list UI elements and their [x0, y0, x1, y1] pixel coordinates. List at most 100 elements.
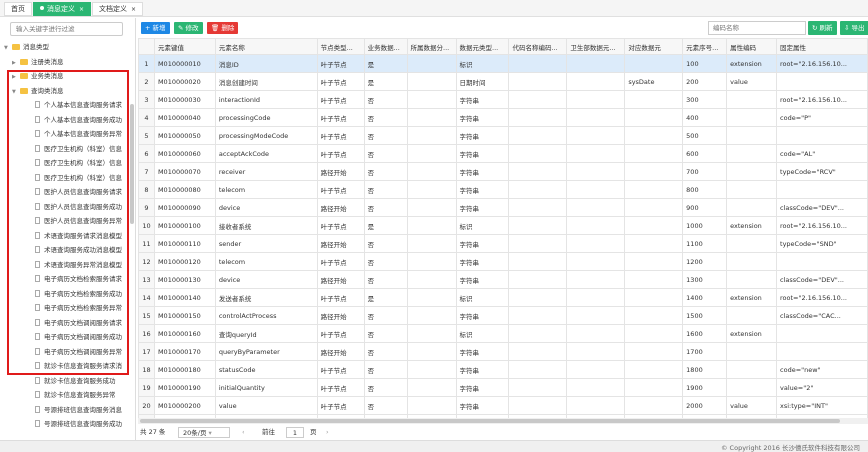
table-row[interactable]: 11 M010000110 sender 路径开始否 字符串 1100 typeCode="… [138, 234, 868, 253]
refresh-button[interactable]: ↻ 刷新 [808, 21, 837, 35]
tree-item[interactable]: 个人基本信息查询服务异常 [28, 127, 122, 141]
tree-item[interactable]: 术语查询服务异常消息模型 [28, 258, 122, 272]
column-header[interactable]: 卫生部数据元... [566, 38, 626, 55]
tree-item[interactable]: 医疗卫生机构（科室）信息 [28, 142, 122, 156]
next-page-icon[interactable]: › [326, 425, 329, 439]
column-header[interactable]: 代码名称编码... [508, 38, 568, 55]
table-row[interactable]: 5 M010000050 processingModeCode 叶子节点否 字符串 500 [138, 126, 868, 145]
horizontal-scroll-thumb[interactable] [140, 419, 840, 423]
table-cell: extension [726, 288, 778, 307]
tree-item[interactable]: 术语查询服务成功消息模型 [28, 243, 122, 257]
column-header[interactable]: 数据元类型... [455, 38, 510, 55]
tree-scrollbar[interactable] [130, 104, 134, 224]
close-icon[interactable]: × [131, 6, 136, 13]
table-cell: value="2" [776, 378, 868, 397]
caret-right-icon[interactable]: ▶ [12, 56, 18, 69]
column-header[interactable]: 业务数据... [363, 38, 408, 55]
table-cell [624, 54, 684, 73]
caret-down-icon[interactable]: ▼ [4, 41, 10, 54]
table-row[interactable]: 7 M010000070 receiver 路径开始否 字符串 700 typeCode="… [138, 162, 868, 181]
tree-item[interactable]: 医护人员信息查询服务成功 [28, 200, 122, 214]
tree-label: 电子病历文档调阅服务成功 [44, 333, 122, 341]
tree-item[interactable]: 就诊卡信息查询服务异常 [28, 388, 116, 402]
tree-item[interactable]: 电子病历文档检索服务异常 [28, 301, 122, 315]
table-cell: 800 [682, 180, 728, 199]
caret-down-icon[interactable]: ▼ [12, 85, 18, 98]
table-row[interactable]: 1 M010000010 消息ID 叶子节点是 标识 100 extension root="… [138, 54, 868, 73]
column-header[interactable] [138, 38, 155, 55]
tree-folder[interactable]: ▼ 查询类消息 [12, 84, 64, 98]
column-header[interactable]: 节点类型... [316, 38, 365, 55]
tree-item[interactable]: 电子病历文档检索服务成功 [28, 287, 122, 301]
export-button[interactable]: ⇩ 导出 [840, 21, 868, 35]
table-row[interactable]: 10 M010000100 接收者系统 叶子节点是 标识 1000 extension roo… [138, 216, 868, 235]
tree-item[interactable]: 医护人员信息查询服务异常 [28, 214, 122, 228]
table-cell: 路径开始 [316, 234, 365, 253]
tree-item[interactable]: 就诊卡信息查询服务请求消 [28, 359, 122, 373]
table-row[interactable]: 20 M010000200 value 叶子节点否字符串 2000 value xsi:ty… [138, 396, 868, 415]
caret-right-icon[interactable]: ▶ [12, 70, 18, 83]
table-cell: sysDate [624, 72, 684, 91]
table-row[interactable]: 17 M010000170 queryByParameter 路径开始否 字符串 1700 [138, 342, 868, 361]
table-cell [406, 378, 457, 397]
tree-item[interactable]: 就诊卡信息查询服务成功 [28, 374, 116, 388]
table-row[interactable]: 19 M010000190 initialQuantity 叶子节点否 字符串 1900 v… [138, 378, 868, 397]
prev-page-icon[interactable]: ‹ [242, 425, 245, 439]
table-row[interactable]: 4 M010000040 processingCode 叶子节点否 字符串 400 code… [138, 108, 868, 127]
table-row[interactable]: 6 M010000060 acceptAckCode 叶子节点否 字符串 600 code=… [138, 144, 868, 163]
tree-folder[interactable]: ▶ 注册类消息 [12, 55, 64, 69]
table-row[interactable]: 3 M010000030 interactionId 叶子节点否 字符串 300 root=… [138, 90, 868, 109]
table-row[interactable]: 14 M010000140 发送者系统 叶子节点是 标识 1400 extension roo… [138, 288, 868, 307]
tree-item[interactable]: 医疗卫生机构（科室）信息 [28, 156, 122, 170]
table-row[interactable]: 8 M010000080 telecom 叶子节点否 字符串 800 [138, 180, 868, 199]
table-row[interactable]: 2 M010000020 消息创建时间 叶子节点是 日期时间 sysDate 200 valu… [138, 72, 868, 91]
delete-button[interactable]: 🗑 删除 [207, 22, 239, 34]
column-header[interactable]: 属性编码 [726, 38, 778, 55]
tree-filter-input[interactable] [10, 22, 123, 36]
table-cell: 路径开始 [316, 270, 365, 289]
tree-item[interactable]: 电子病历文档调阅服务成功 [28, 330, 122, 344]
table-cell: 1600 [682, 324, 728, 343]
tree-item[interactable]: 医护人员信息查询服务请求 [28, 185, 122, 199]
tab-0[interactable]: 首页 [4, 2, 32, 16]
tree-folder[interactable]: ▶ 业务类消息 [12, 69, 64, 83]
table-row[interactable]: 12 M010000120 telecom 叶子节点否 字符串 1200 [138, 252, 868, 271]
table-cell [406, 216, 457, 235]
table-row[interactable]: 16 M010000160 查询queryId 叶子节点否 标识 1600 extensio… [138, 324, 868, 343]
close-icon[interactable]: × [79, 6, 84, 13]
table-row[interactable]: 15 M010000150 controlActProcess 路径开始否 字符串 150… [138, 306, 868, 325]
code-search-input[interactable] [708, 21, 806, 35]
tab-label: 首页 [11, 5, 25, 13]
table-cell [624, 378, 684, 397]
table-row[interactable]: 18 M010000180 statusCode 叶子节点否 字符串 1800 code="… [138, 360, 868, 379]
column-header[interactable]: 元素序号... [682, 38, 728, 55]
add-button[interactable]: + 新增 [141, 22, 170, 34]
column-header[interactable]: 所属数据分... [406, 38, 457, 55]
column-header[interactable]: 对应数据元 [624, 38, 684, 55]
column-header[interactable]: 元素名称 [214, 38, 318, 55]
table-cell: 500 [682, 126, 728, 145]
tab-2[interactable]: 文档定义 × [92, 2, 144, 16]
table-cell: 消息ID [214, 54, 318, 73]
row-number: 15 [138, 306, 155, 325]
column-header[interactable]: 固定属性 [776, 38, 868, 55]
table-cell: 1900 [682, 378, 728, 397]
tree-item[interactable]: 电子病历文档调阅服务请求 [28, 316, 122, 330]
table-row[interactable]: 13 M010000130 device 路径开始否 字符串 1300 classCode=… [138, 270, 868, 289]
tree-item[interactable]: 术语查询服务请求消息模型 [28, 229, 122, 243]
tree-item[interactable]: 个人基本信息查询服务请求 [28, 98, 122, 112]
tree-item[interactable]: 号源排班信息查询服务成功 [28, 417, 122, 431]
column-header[interactable]: 元素键值 [153, 38, 216, 55]
tree-item[interactable]: 电子病历文档检索服务请求 [28, 272, 122, 286]
tree-folder[interactable]: ▼ 消息类型 [4, 40, 49, 54]
page-input[interactable]: 1 [286, 427, 304, 438]
table-row[interactable]: 9 M010000090 device 路径开始否 字符串 900 classCode="D… [138, 198, 868, 217]
tab-1[interactable]: 消息定义 × [33, 2, 92, 16]
edit-button[interactable]: ✎ 修改 [174, 22, 203, 34]
tree-item[interactable]: 电子病历文档调阅服务异常 [28, 345, 122, 359]
table-cell [508, 342, 568, 361]
tree-item[interactable]: 医疗卫生机构（科室）信息 [28, 171, 122, 185]
tree-item[interactable]: 号源排班信息查询服务消息 [28, 403, 122, 417]
page-size-select[interactable]: 20条/页 ▾ [178, 427, 230, 438]
tree-item[interactable]: 个人基本信息查询服务成功 [28, 113, 122, 127]
